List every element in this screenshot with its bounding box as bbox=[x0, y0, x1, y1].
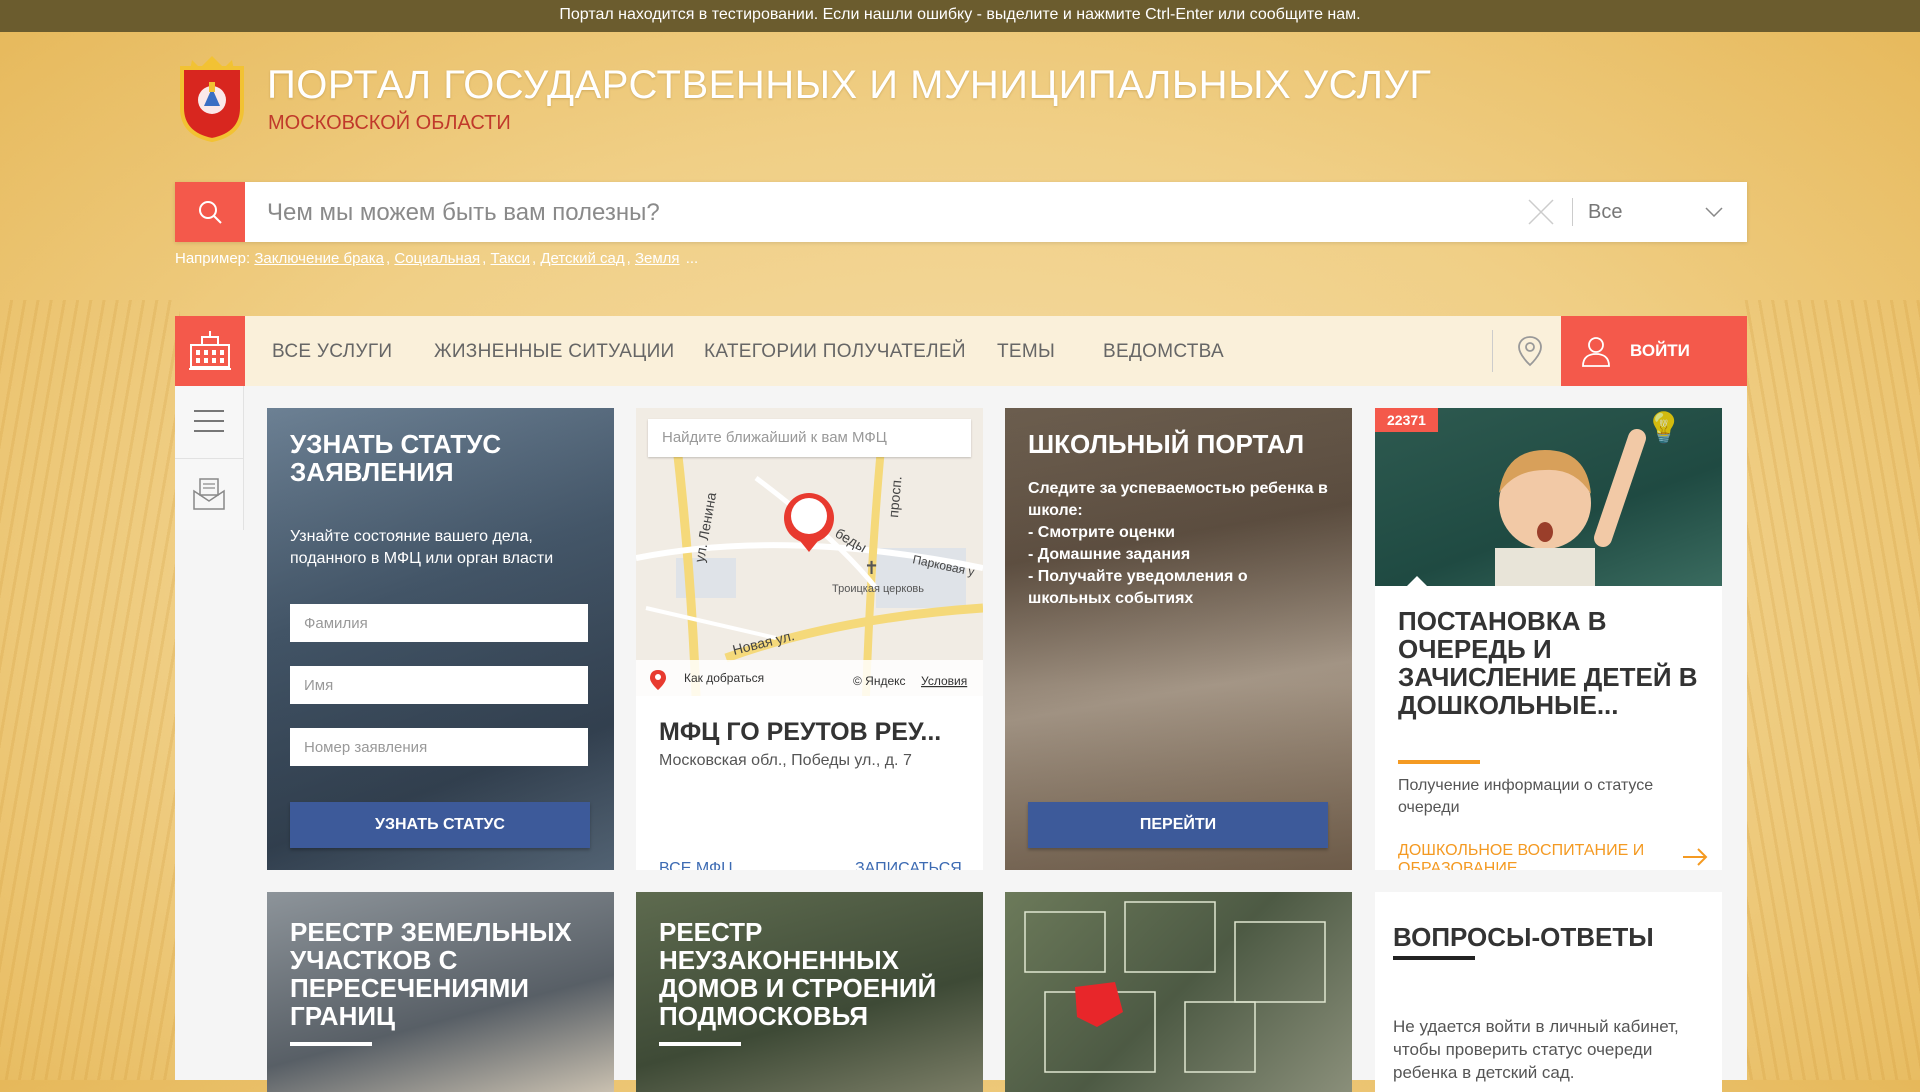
school-card-line: Следите за успеваемостью ребенка в школе… bbox=[1028, 480, 1328, 519]
search-input[interactable] bbox=[265, 182, 1689, 244]
school-card-line: - Получайте уведомления о школьных событ… bbox=[1028, 568, 1248, 607]
portal-title: ПОРТАЛ ГОСУДАРСТВЕННЫХ И МУНИЦИПАЛЬНЫХ У… bbox=[267, 63, 1432, 107]
search-divider bbox=[1572, 198, 1573, 226]
nav-all-services[interactable]: ВСЕ УСЛУГИ bbox=[272, 316, 392, 386]
land-registry-card[interactable]: РЕЕСТР ЗЕМЕЛЬНЫХ УЧАСТКОВ С ПЕРЕСЕЧЕНИЯМ… bbox=[267, 892, 614, 1092]
testing-notice-bar: Портал находится в тестировании. Если на… bbox=[0, 0, 1920, 32]
queue-card-title: ПОСТАНОВКА В ОЧЕРЕДЬ И ЗАЧИСЛЕНИЕ ДЕТЕЙ … bbox=[1398, 606, 1698, 720]
login-label: ВОЙТИ bbox=[1630, 341, 1690, 360]
faq-card[interactable]: ВОПРОСЫ-ОТВЕТЫ Не удается войти в личный… bbox=[1375, 892, 1722, 1092]
search-scope-select[interactable]: Все bbox=[1588, 182, 1747, 242]
hamburger-menu-icon bbox=[194, 410, 224, 432]
nav-topics[interactable]: ТЕМЫ bbox=[997, 316, 1055, 386]
nav-departments[interactable]: ВЕДОМСТВА bbox=[1103, 316, 1224, 386]
chevron-down-icon bbox=[1705, 207, 1723, 217]
background-wheat-right bbox=[1740, 300, 1920, 1080]
examples-more: ... bbox=[685, 250, 699, 267]
queue-category-link[interactable]: ДОШКОЛЬНОЕ ВОСПИТАНИЕ И ОБРАЗОВАНИЕ bbox=[1398, 842, 1668, 870]
faq-question[interactable]: Не удается войти в личный кабинет, чтобы… bbox=[1393, 1015, 1713, 1084]
mfc-signup-link[interactable]: ЗАПИСАТЬСЯ bbox=[855, 860, 962, 870]
school-card-text: Следите за успеваемостью ребенка в школе… bbox=[1028, 478, 1328, 610]
school-portal-card[interactable]: ШКОЛЬНЫЙ ПОРТАЛ Следите за успеваемостью… bbox=[1005, 408, 1352, 870]
mfc-title: МФЦ ГО РЕУТОВ РЕУ... bbox=[659, 718, 942, 746]
messages-button[interactable] bbox=[175, 458, 243, 529]
example-link[interactable]: Детский сад bbox=[540, 250, 624, 267]
portal-subtitle: МОСКОВСКОЙ ОБЛАСТИ bbox=[268, 112, 511, 134]
example-link[interactable]: Земля bbox=[635, 250, 680, 267]
svg-text:💡: 💡 bbox=[1645, 410, 1682, 445]
aerial-map-card[interactable] bbox=[1005, 892, 1352, 1092]
arrow-right-icon[interactable] bbox=[1682, 848, 1708, 866]
faq-title: ВОПРОСЫ-ОТВЕТЫ bbox=[1393, 922, 1654, 952]
search-icon bbox=[199, 201, 222, 224]
search-scope-value: Все bbox=[1588, 201, 1623, 223]
nav-separator bbox=[1492, 330, 1493, 372]
example-link[interactable]: Социальная bbox=[394, 250, 480, 267]
mfc-search-input[interactable] bbox=[648, 419, 971, 457]
illegal-card-title: РЕЕСТР НЕУЗАКОНЕННЫХ ДОМОВ И СТРОЕНИЙ ПО… bbox=[659, 917, 937, 1031]
mail-icon bbox=[193, 478, 225, 510]
menu-button[interactable] bbox=[175, 386, 243, 456]
testing-notice-text: Портал находится в тестировании. Если на… bbox=[559, 6, 1361, 23]
example-link[interactable]: Заключение брака bbox=[254, 250, 384, 267]
user-icon bbox=[1582, 337, 1610, 367]
application-number-field[interactable] bbox=[290, 728, 588, 766]
search-bar: Все bbox=[175, 182, 1747, 244]
faq-underline bbox=[1393, 956, 1475, 960]
queue-card-underline bbox=[1398, 760, 1480, 764]
illegal-buildings-card[interactable]: РЕЕСТР НЕУЗАКОНЕННЫХ ДОМОВ И СТРОЕНИЙ ПО… bbox=[636, 892, 983, 1092]
examples-label: Например: bbox=[175, 250, 251, 267]
name-field[interactable] bbox=[290, 666, 588, 704]
clear-search-icon[interactable] bbox=[1527, 198, 1555, 226]
nav-life-situations[interactable]: ЖИЗНЕННЫЕ СИТУАЦИИ bbox=[434, 316, 675, 386]
check-status-button[interactable]: УЗНАТЬ СТАТУС bbox=[290, 802, 590, 848]
login-button[interactable]: ВОЙТИ bbox=[1561, 316, 1747, 386]
coat-of-arms-logo[interactable] bbox=[176, 54, 248, 143]
nav-recipient-categories[interactable]: КАТЕГОРИИ ПОЛУЧАТЕЛЕЙ bbox=[704, 316, 966, 386]
svg-text:✝: ✝ bbox=[864, 558, 879, 578]
government-building-icon bbox=[189, 331, 231, 370]
location-pin-icon[interactable] bbox=[1512, 333, 1548, 369]
example-link[interactable]: Такси bbox=[491, 250, 530, 267]
status-card-title: УЗНАТЬ СТАТУС ЗАЯВЛЕНИЯ bbox=[290, 429, 502, 487]
queue-count-badge: 22371 bbox=[1375, 408, 1438, 432]
school-card-title: ШКОЛЬНЫЙ ПОРТАЛ bbox=[1028, 429, 1305, 459]
kindergarten-queue-card[interactable]: 💡 22371 ПОСТАНОВКА В ОЧЕРЕДЬ И ЗАЧИСЛЕНИ… bbox=[1375, 408, 1722, 870]
surname-field[interactable] bbox=[290, 604, 588, 642]
map-yandex-copyright: © Яндекс bbox=[853, 674, 906, 688]
status-card-desc: Узнайте состояние вашего дела, поданного… bbox=[290, 528, 554, 567]
mfc-address: Московская обл., Победы ул., д. 7 bbox=[659, 752, 912, 769]
go-school-button[interactable]: ПЕРЕЙТИ bbox=[1028, 802, 1328, 848]
queue-card-desc: Получение информации о статусе очереди bbox=[1398, 777, 1654, 816]
background-wheat-left bbox=[0, 300, 180, 1080]
status-card: УЗНАТЬ СТАТУС ЗАЯВЛЕНИЯ Узнайте состояни… bbox=[267, 408, 614, 870]
map-label-church: Троицкая церковь bbox=[832, 583, 924, 595]
mfc-card: ул. Ленина просп. беды Парковая у Новая … bbox=[636, 408, 983, 870]
search-button[interactable] bbox=[175, 182, 245, 242]
illegal-card-underline bbox=[659, 1042, 741, 1046]
land-card-title: РЕЕСТР ЗЕМЕЛЬНЫХ УЧАСТКОВ С ПЕРЕСЕЧЕНИЯМ… bbox=[290, 917, 572, 1031]
mfc-map[interactable]: ул. Ленина просп. беды Парковая у Новая … bbox=[636, 408, 983, 696]
school-card-line: - Домашние задания bbox=[1028, 546, 1191, 563]
all-mfc-link[interactable]: ВСЕ МФЦ bbox=[659, 860, 733, 870]
search-examples: Например: Заключение брака, Социальная, … bbox=[175, 250, 699, 267]
queue-card-image: 💡 22371 bbox=[1375, 408, 1722, 586]
land-card-underline bbox=[290, 1042, 372, 1046]
home-button[interactable] bbox=[175, 316, 245, 386]
main-navigation: ВСЕ УСЛУГИ ЖИЗНЕННЫЕ СИТУАЦИИ КАТЕГОРИИ … bbox=[175, 316, 1747, 386]
main-content: УЗНАТЬ СТАТУС ЗАЯВЛЕНИЯ Узнайте состояни… bbox=[175, 386, 1747, 1092]
map-route-link[interactable]: Как добраться bbox=[684, 671, 764, 685]
school-card-line: - Смотрите оценки bbox=[1028, 524, 1175, 541]
side-toolbar bbox=[175, 386, 244, 530]
map-terms-link[interactable]: Условия bbox=[921, 674, 967, 688]
